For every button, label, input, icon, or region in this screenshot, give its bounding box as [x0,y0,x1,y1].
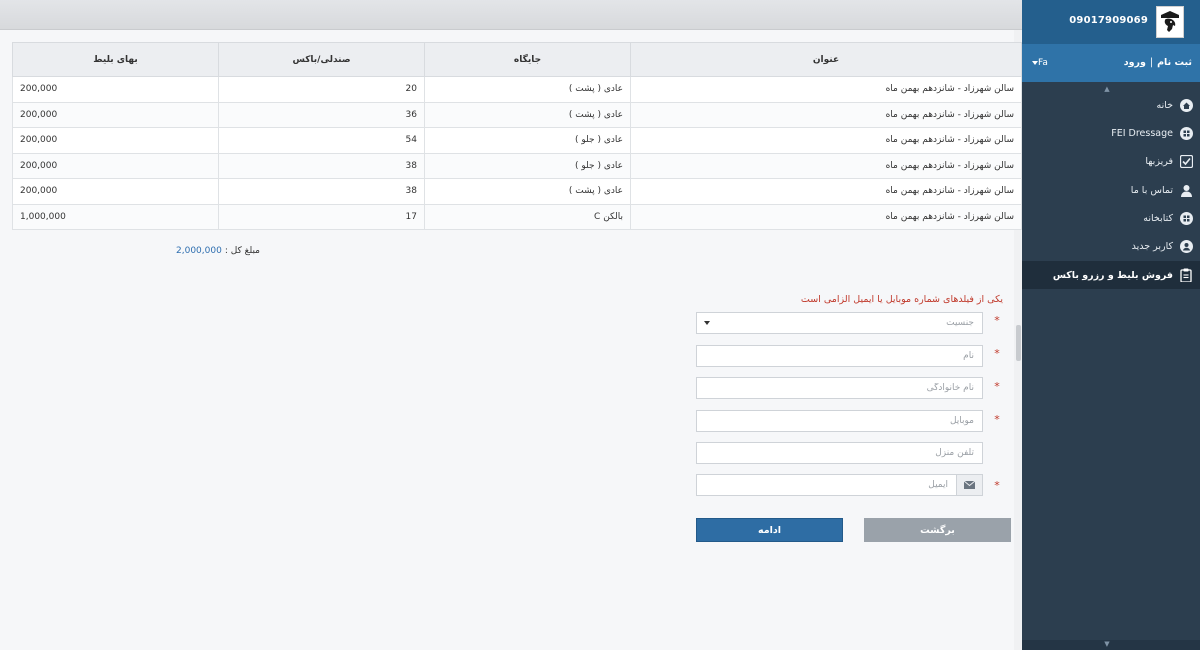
sidebar-item-label: FEI Dressage [1111,127,1173,139]
back-button[interactable]: برگشت [864,518,1011,542]
scrollbar-thumb[interactable] [1016,325,1021,361]
language-switcher[interactable]: Fa [1030,58,1048,68]
cell-price: 200,000 [12,178,219,205]
language-label: Fa [1038,58,1048,68]
sidebar-item-library[interactable]: کتابخانه [1022,204,1200,232]
required-mark-email: * [994,479,1000,492]
cell-title: سالن شهرزاد - شانزدهم بهمن ماه [630,178,1022,205]
logo[interactable] [1156,6,1184,38]
cell-price: 200,000 [12,101,219,128]
email-field-wrapper [696,474,957,496]
cell-seat: 20 [218,76,425,103]
sidebar-item-label: کاربر جدید [1131,240,1173,252]
table-row: 1,000,000 17 بالکن C سالن شهرزاد - شانزد… [12,203,1022,230]
table-row: 200,000 38 عادی ( جلو ) سالن شهرزاد - شا… [12,152,1022,179]
required-mark-mobile: * [994,413,1000,426]
last-name-input[interactable] [697,378,982,398]
sidebar-item-label: کتابخانه [1143,212,1173,224]
required-fields-note: یکی از فیلدهای شماره موبایل یا ایمیل الز… [800,294,1003,305]
sidebar-item-new-user[interactable]: کاربر جدید [1022,232,1200,260]
cell-position: عادی ( پشت ) [424,178,631,205]
first-name-field-wrapper [696,345,983,367]
home-phone-input[interactable] [697,443,982,463]
table-row: 200,000 20 عادی ( پشت ) سالن شهرزاد - شا… [12,76,1022,103]
home-phone-field-wrapper [696,442,983,464]
phone-number: 09017909069 [1069,15,1148,26]
horse-logo-icon [1161,11,1179,32]
auth-separator: | [1149,57,1154,68]
sidebar-item-label: تماس با ما [1130,184,1173,196]
email-input[interactable] [697,475,956,495]
mobile-field-wrapper [696,410,983,432]
sidebar-item-freezes[interactable]: فریزبها [1022,147,1200,175]
table-header-row: بهای بلیط صندلی/باکس جایگاه عنوان [12,42,1022,77]
email-addon [957,474,983,496]
cell-seat: 36 [218,101,425,128]
sidebar-item-contact[interactable]: تماس با ما [1022,176,1200,204]
envelope-icon [964,481,975,489]
column-header-position: جایگاه [424,42,631,77]
table-row: 200,000 36 عادی ( پشت ) سالن شهرزاد - شا… [12,101,1022,128]
cell-title: سالن شهرزاد - شانزدهم بهمن ماه [630,101,1022,128]
first-name-input[interactable] [697,346,982,366]
grid-icon [1179,211,1193,225]
caret-down-icon [704,321,710,325]
cell-price: 1,000,000 [12,203,219,230]
gender-select-value: جنسیت [946,318,974,328]
tickets-table: بهای بلیط صندلی/باکس جایگاه عنوان 200,00… [12,42,1022,230]
user-icon [1179,183,1193,197]
total-label: مبلغ کل : [224,246,260,256]
cell-title: سالن شهرزاد - شانزدهم بهمن ماه [630,127,1022,154]
column-header-price: بهای بلیط [12,42,219,77]
sidebar-item-label: فریزبها [1145,155,1173,167]
sidebar-item-home[interactable]: خانه [1022,91,1200,119]
user-circle-icon [1179,239,1193,253]
register-link[interactable]: ثبت نام [1157,57,1192,68]
cell-position: عادی ( جلو ) [424,127,631,154]
home-icon [1179,98,1193,112]
mobile-input[interactable] [697,411,982,431]
sidebar-item-ticket-sales[interactable]: فروش بلیط و رزرو باکس [1022,261,1200,289]
continue-button[interactable]: ادامه [696,518,843,542]
required-mark-last-name: * [994,380,1000,393]
column-header-seat: صندلی/باکس [218,42,425,77]
cell-title: سالن شهرزاد - شانزدهم بهمن ماه [630,152,1022,179]
sidebar-item-fei-dressage[interactable]: FEI Dressage [1022,119,1200,147]
grid-icon [1179,126,1193,140]
total-value: 2,000,000 [176,246,222,256]
cell-seat: 38 [218,152,425,179]
required-mark-first-name: * [994,347,1000,360]
cell-position: عادی ( جلو ) [424,152,631,179]
scroll-down-icon[interactable]: ▼ [1102,641,1112,648]
cell-title: سالن شهرزاد - شانزدهم بهمن ماه [630,203,1022,230]
cell-seat: 38 [218,178,425,205]
top-bar [0,0,1022,30]
cell-position: عادی ( پشت ) [424,101,631,128]
cell-seat: 54 [218,127,425,154]
checkbox-icon [1179,154,1193,168]
cell-position: عادی ( پشت ) [424,76,631,103]
auth-links: ثبت نام|ورود [1090,57,1192,68]
last-name-field-wrapper [696,377,983,399]
cell-position: بالکن C [424,203,631,230]
cell-seat: 17 [218,203,425,230]
clipboard-icon [1179,268,1193,282]
table-row: 200,000 54 عادی ( جلو ) سالن شهرزاد - شا… [12,127,1022,154]
sidebar-item-label: فروش بلیط و رزرو باکس [1052,269,1173,281]
cell-price: 200,000 [12,152,219,179]
gender-select[interactable]: جنسیت [696,312,983,334]
required-mark-gender: * [994,314,1000,327]
cell-price: 200,000 [12,127,219,154]
login-link[interactable]: ورود [1124,57,1146,68]
total-amount: مبلغ کل :2,000,000 [160,246,260,256]
cell-title: سالن شهرزاد - شانزدهم بهمن ماه [630,76,1022,103]
column-header-title: عنوان [630,42,1022,77]
cell-price: 200,000 [12,76,219,103]
table-row: 200,000 38 عادی ( پشت ) سالن شهرزاد - شا… [12,178,1022,205]
sidebar-item-label: خانه [1156,99,1173,111]
